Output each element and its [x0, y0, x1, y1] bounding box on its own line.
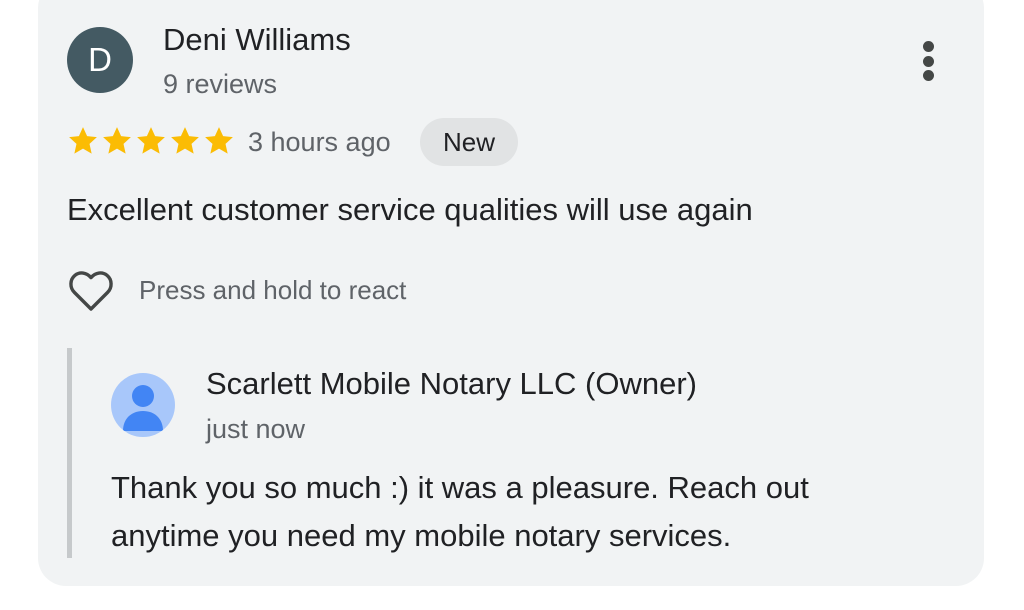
- more-vert-icon-dot: [922, 55, 934, 67]
- more-vert-icon-dot: [922, 70, 934, 81]
- star-icon: [171, 127, 199, 154]
- review-count: 9 reviews: [163, 69, 278, 99]
- heart-outline-icon: [69, 271, 113, 311]
- star-icon: [103, 127, 131, 154]
- reviewer-name[interactable]: Deni Williams: [163, 20, 351, 60]
- avatar-initial: D: [88, 41, 112, 78]
- owner-name: Scarlett Mobile Notary LLC (Owner): [206, 366, 697, 401]
- more-options-button[interactable]: [908, 38, 948, 84]
- review-timestamp: 3 hours ago: [248, 127, 391, 157]
- owner-avatar[interactable]: [111, 373, 175, 437]
- star-rating: [66, 124, 236, 158]
- new-badge: New: [420, 118, 518, 166]
- owner-reply-timestamp: just now: [206, 414, 306, 444]
- reply-divider: [67, 348, 72, 558]
- reviewer-avatar[interactable]: D: [67, 27, 133, 93]
- star-icon: [69, 127, 97, 154]
- new-badge-label: New: [442, 126, 495, 157]
- star-icon: [205, 127, 233, 154]
- review-text: Excellent customer service qualities wil…: [67, 192, 753, 227]
- react-hint: Press and hold to react: [139, 275, 407, 305]
- react-button[interactable]: [66, 266, 116, 316]
- star-icon: [137, 127, 165, 154]
- person-icon: [123, 385, 163, 431]
- owner-reply-text: Thank you so much :) it was a pleasure. …: [111, 470, 809, 553]
- more-vert-icon: [922, 41, 934, 52]
